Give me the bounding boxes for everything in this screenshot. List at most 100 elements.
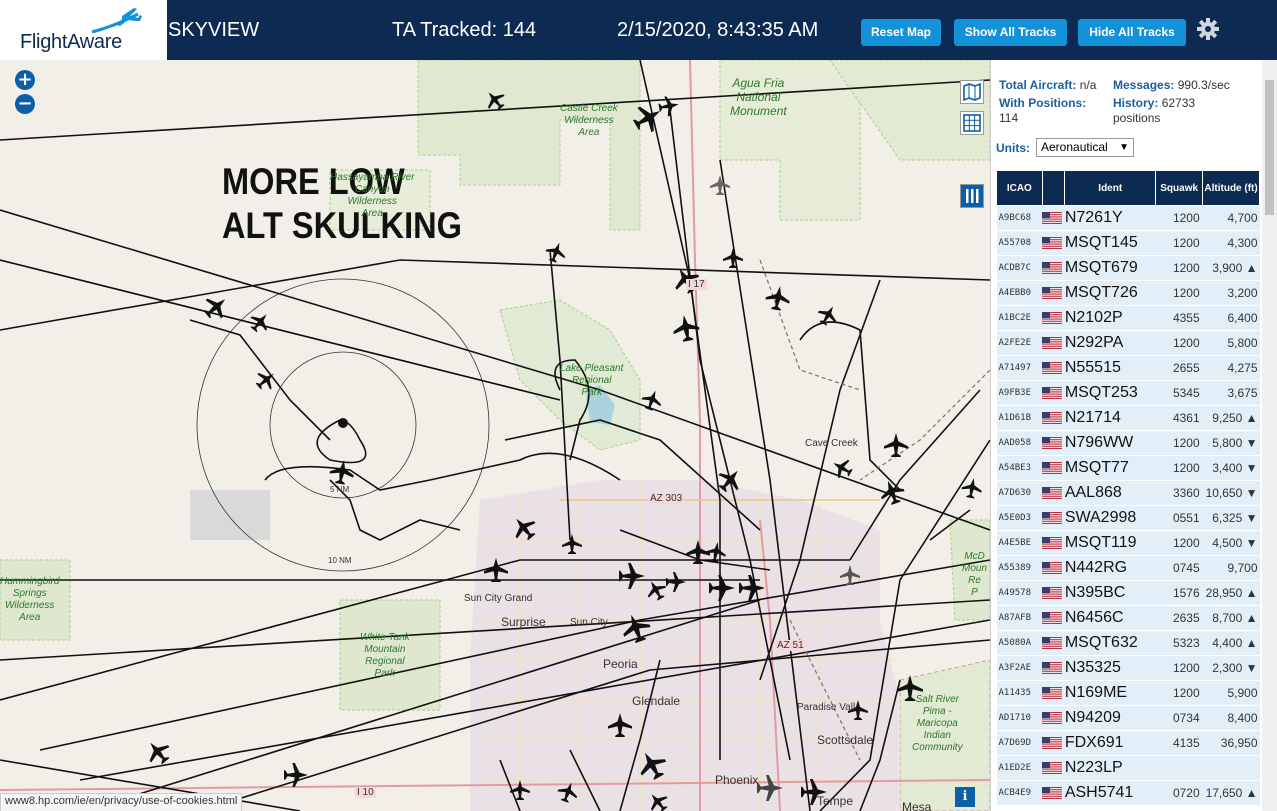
ident-cell: ASH5741 [1064, 780, 1156, 806]
us-flag-icon [1042, 336, 1063, 349]
col-icao[interactable]: ICAO [996, 170, 1043, 206]
col-ident[interactable]: Ident [1064, 170, 1157, 206]
flag-cell [1042, 230, 1065, 256]
icao-cell: A87AFB [996, 605, 1043, 631]
table-row[interactable]: A4EBB0 MSQT726 1200 3,200 [996, 280, 1260, 306]
icao-cell: A2FE2E [996, 330, 1043, 356]
col-squawk[interactable]: Squawk [1155, 170, 1204, 206]
scrollbar-thumb[interactable] [1265, 80, 1274, 215]
icao-cell: A49578 [996, 580, 1043, 606]
table-row[interactable]: A49578 N395BC 1576 28,950 ▲ [996, 580, 1260, 606]
table-row[interactable]: ACB4E9 ASH5741 0720 17,650 ▲ [996, 780, 1260, 806]
table-row[interactable]: A55708 MSQT145 1200 4,300 [996, 230, 1260, 256]
show-all-tracks-button[interactable]: Show All Tracks [954, 19, 1067, 46]
icao-cell: A1BC2E [996, 305, 1043, 331]
icao-cell: A71497 [996, 355, 1043, 381]
table-row[interactable]: A9BC68 N7261Y 1200 4,700 [996, 205, 1260, 231]
altitude-cell: 3,675 [1202, 380, 1260, 406]
flag-cell [1042, 255, 1065, 281]
columns-toggle-icon[interactable] [960, 184, 984, 208]
altitude-cell: 4,300 [1202, 230, 1260, 256]
map-view[interactable]: + − MORE LOW ALT SKULKING Castle Creek Wi… [0, 60, 990, 811]
map-layers-icon[interactable] [960, 80, 984, 104]
table-row[interactable]: ACDB7C MSQT679 1200 3,900 ▲ [996, 255, 1260, 281]
altitude-cell: 4,700 [1202, 205, 1260, 231]
icao-cell: A54BE3 [996, 455, 1043, 481]
grid-toggle-icon[interactable] [960, 111, 984, 135]
table-row[interactable]: A55389 N442RG 0745 9,700 [996, 555, 1260, 581]
gear-icon[interactable] [1196, 17, 1220, 41]
squawk-cell: 2635 [1155, 605, 1203, 631]
zoom-out-button[interactable]: − [15, 94, 35, 114]
altitude-cell: 4,400 ▲ [1202, 630, 1260, 656]
icao-cell: A4EBB0 [996, 280, 1043, 306]
flag-cell [1042, 655, 1065, 681]
table-row[interactable]: A7D69D FDX691 4135 36,950 [996, 730, 1260, 756]
us-flag-icon [1042, 286, 1063, 299]
ident-cell: N169ME [1064, 680, 1156, 706]
chevron-down-icon: ▼ [1119, 142, 1129, 153]
ident-cell: MSQT679 [1064, 255, 1156, 281]
altitude-cell: 17,650 ▲ [1202, 780, 1260, 806]
aircraft-table: ICAO Ident Squawk Altitude (ft) A9BC68 N7… [996, 170, 1260, 806]
table-row[interactable]: A7D630 AAL868 3360 10,650 ▼ [996, 480, 1260, 506]
altitude-cell: 3,200 [1202, 280, 1260, 306]
table-row[interactable]: A9FB3E MSQT253 5345 3,675 [996, 380, 1260, 406]
us-flag-icon [1042, 686, 1063, 699]
altitude-cell: 28,950 ▲ [1202, 580, 1260, 606]
table-row[interactable]: A1ED2E N223LP [996, 755, 1260, 781]
table-row[interactable]: A54BE3 MSQT77 1200 3,400 ▼ [996, 455, 1260, 481]
us-flag-icon [1042, 236, 1063, 249]
flag-cell [1042, 580, 1065, 606]
altitude-cell: 2,300 ▼ [1202, 655, 1260, 681]
units-select[interactable]: Aeronautical ▼ [1036, 138, 1134, 157]
us-flag-icon [1042, 436, 1063, 449]
icao-cell: A9FB3E [996, 380, 1043, 406]
squawk-cell: 1200 [1155, 655, 1203, 681]
altitude-cell: 36,950 [1202, 730, 1260, 756]
units-label: Units: [996, 141, 1030, 155]
table-row[interactable]: AD1710 N94209 0734 8,400 [996, 705, 1260, 731]
lake-pleasant-label: Lake Pleasant Regional Park [560, 363, 624, 398]
col-flag[interactable] [1041, 170, 1066, 206]
reset-map-button[interactable]: Reset Map [861, 19, 941, 46]
table-row[interactable]: A2FE2E N292PA 1200 5,800 [996, 330, 1260, 356]
us-flag-icon [1042, 536, 1063, 549]
col-altitude[interactable]: Altitude (ft) [1202, 170, 1260, 206]
us-flag-icon [1042, 636, 1063, 649]
table-row[interactable]: A1D61B N21714 4361 9,250 ▲ [996, 405, 1260, 431]
app-name: SKYVIEW [168, 19, 260, 41]
table-row[interactable]: A71497 N55515 2655 4,275 [996, 355, 1260, 381]
mcdowell-label: McD Moun Re P [962, 551, 988, 598]
us-flag-icon [1042, 511, 1063, 524]
table-row[interactable]: A11435 N169ME 1200 5,900 [996, 680, 1260, 706]
squawk-cell: 1200 [1155, 280, 1203, 306]
table-row[interactable]: A3F2AE N35325 1200 2,300 ▼ [996, 655, 1260, 681]
squawk-cell: 1200 [1155, 255, 1203, 281]
info-icon[interactable]: i [955, 787, 975, 807]
flightaware-logo[interactable]: FlightAware [0, 0, 167, 60]
table-row[interactable]: A1BC2E N2102P 4355 6,400 [996, 305, 1260, 331]
us-flag-icon [1042, 311, 1063, 324]
table-row[interactable]: AAD058 N796WW 1200 5,800 ▼ [996, 430, 1260, 456]
icao-cell: AD1710 [996, 705, 1043, 731]
zoom-in-button[interactable]: + [15, 70, 35, 90]
place-peoria: Peoria [603, 657, 638, 671]
squawk-cell: 1200 [1155, 430, 1203, 456]
table-row[interactable]: A5080A MSQT632 5323 4,400 ▲ [996, 630, 1260, 656]
table-row[interactable]: A87AFB N6456C 2635 8,700 ▲ [996, 605, 1260, 631]
table-row[interactable]: A4E5BE MSQT119 1200 4,500 ▼ [996, 530, 1260, 556]
us-flag-icon [1042, 736, 1063, 749]
us-flag-icon [1042, 386, 1063, 399]
top-header: FlightAware SKYVIEW TA Tracked: 144 2/15… [0, 0, 1277, 60]
table-row[interactable]: A5E0D3 SWA2998 0551 6,325 ▼ [996, 505, 1260, 531]
altitude-cell: 6,400 [1202, 305, 1260, 331]
highway-az303: AZ 303 [648, 493, 685, 504]
altitude-cell: 10,650 ▼ [1202, 480, 1260, 506]
flag-cell [1042, 505, 1065, 531]
hide-all-tracks-button[interactable]: Hide All Tracks [1078, 19, 1186, 46]
icao-cell: A4E5BE [996, 530, 1043, 556]
ident-cell: N21714 [1064, 405, 1156, 431]
ident-cell: MSQT77 [1064, 455, 1156, 481]
icao-cell: A55708 [996, 230, 1043, 256]
